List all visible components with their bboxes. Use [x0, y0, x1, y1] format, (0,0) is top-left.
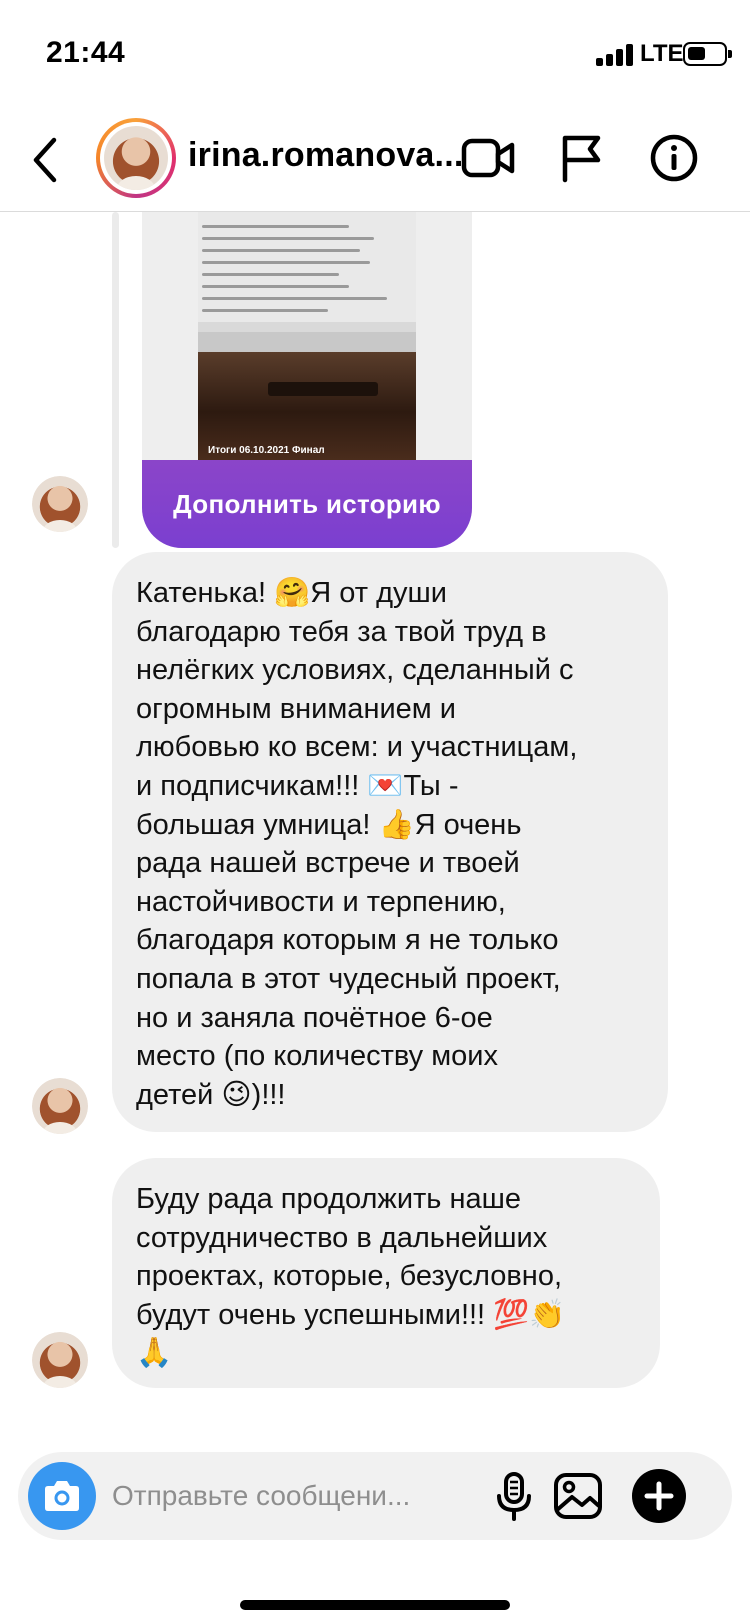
avatar: [32, 476, 88, 532]
battery-icon: [683, 42, 732, 66]
network-type: LTE: [640, 40, 684, 67]
camera-button[interactable]: [28, 1462, 96, 1530]
reply-indicator-line: [112, 212, 119, 548]
avatar: [32, 1332, 88, 1388]
info-icon: [650, 134, 698, 182]
avatar: [32, 1078, 88, 1134]
add-to-story-button[interactable]: Дополнить историю: [142, 460, 472, 548]
plus-icon: [644, 1481, 674, 1511]
microphone-icon: [497, 1472, 531, 1521]
voice-message-button[interactable]: [488, 1470, 540, 1522]
profile-avatar[interactable]: [96, 118, 176, 198]
signal-strength-icon: [596, 42, 636, 66]
status-bar: 21:44 LTE: [0, 0, 750, 110]
chat-header: irina.romanova...: [0, 110, 750, 212]
message-input[interactable]: [112, 1468, 472, 1524]
message-composer: [18, 1452, 732, 1540]
avatar: [104, 126, 168, 190]
video-camera-icon: [461, 138, 515, 178]
message-thread[interactable]: Итоги 06.10.2021 Финал Дополнить историю…: [0, 212, 750, 1440]
status-time: 21:44: [46, 36, 126, 69]
message-bubble[interactable]: Буду рада продолжить наше сотрудничество…: [112, 1158, 660, 1388]
camera-icon: [45, 1481, 79, 1511]
sender-avatar[interactable]: [32, 1332, 88, 1388]
story-image: Итоги 06.10.2021 Финал: [198, 212, 416, 460]
gallery-button[interactable]: [552, 1470, 604, 1522]
username[interactable]: irina.romanova...: [188, 136, 463, 175]
message-text: Катенька! 🤗Я от души благодарю тебя за т…: [136, 577, 578, 1111]
shared-story[interactable]: Итоги 06.10.2021 Финал Дополнить историю: [142, 212, 472, 548]
flag-icon: [562, 135, 601, 183]
sender-avatar[interactable]: [32, 476, 88, 532]
message-bubble[interactable]: Катенька! 🤗Я от души благодарю тебя за т…: [112, 552, 668, 1132]
sender-avatar[interactable]: [32, 1078, 88, 1134]
story-caption: Итоги 06.10.2021 Финал: [208, 445, 325, 456]
message-text: Буду рада продолжить наше сотрудничество…: [136, 1183, 566, 1370]
chevron-left-icon: [33, 137, 57, 183]
info-button[interactable]: [648, 132, 700, 184]
more-options-button[interactable]: [632, 1469, 686, 1523]
home-indicator[interactable]: [240, 1600, 510, 1610]
video-call-button[interactable]: [460, 132, 515, 184]
report-button[interactable]: [556, 132, 608, 184]
back-button[interactable]: [26, 132, 66, 188]
image-icon: [554, 1473, 602, 1519]
